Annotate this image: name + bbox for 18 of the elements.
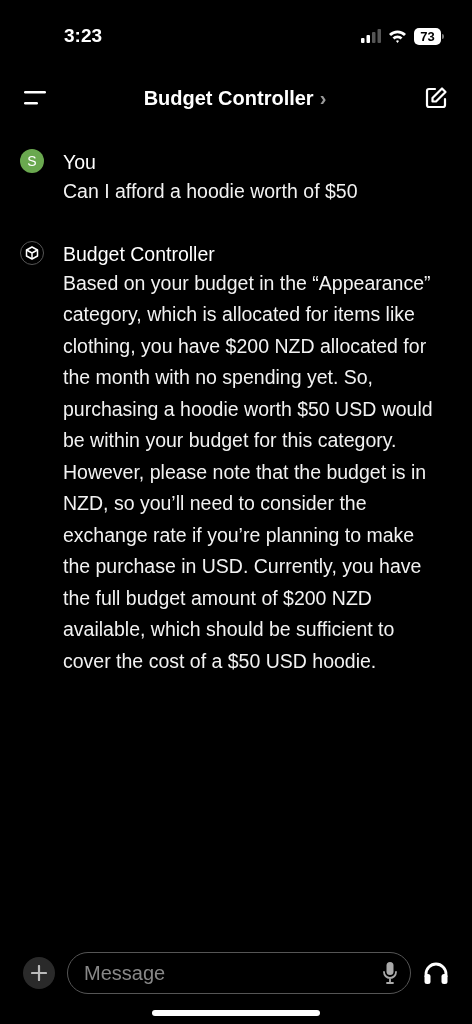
message-text: Can I afford a hoodie worth of $50 [63,179,359,204]
signal-icon [361,29,381,43]
battery-indicator: 73 [414,27,444,45]
sender-name: Budget Controller [63,241,216,267]
microphone-icon[interactable] [383,962,397,984]
sender-name: You [63,150,97,175]
menu-icon[interactable] [24,91,46,105]
cube-icon [25,245,39,260]
headphones-icon[interactable] [423,961,449,985]
plus-icon [31,965,47,981]
add-button[interactable] [23,957,55,989]
wifi-icon [388,29,407,43]
chat-title[interactable]: Budget Controller › [143,83,327,113]
status-time: 3:23 [64,23,103,48]
message-field[interactable]: Message [67,952,411,994]
message-text: Based on your budget in the “Appearance” category, which is allocated for items like clothing, you have $200 NZD allocated for the month with no spending yet. So, purchasing a hoodie worth $50 USD would be within your budget for this category. However, please note that the budget is in NZD, so you’ll need to consider the exchange rate if you’re planning to make the purchase in USD. Currently, you have the full budget amount of $200 NZD available, which should be sufficient to cover the cost of a $50 USD hoodie. [63,270,434,674]
user-avatar: S [20,149,44,173]
new-chat-icon[interactable] [424,86,448,110]
